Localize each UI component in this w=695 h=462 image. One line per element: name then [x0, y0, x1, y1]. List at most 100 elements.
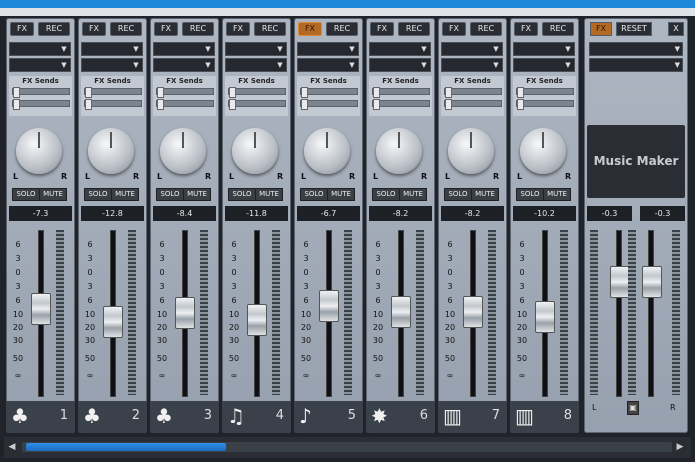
- send-slider-handle[interactable]: [157, 99, 164, 110]
- horizontal-scrollbar[interactable]: ◀ ▶: [4, 437, 691, 458]
- insert-dropdown-2[interactable]: ▼: [225, 58, 287, 72]
- rec-button[interactable]: REC: [470, 22, 502, 36]
- send-slider-handle[interactable]: [445, 87, 452, 98]
- insert-dropdown-1[interactable]: ▼: [153, 42, 215, 56]
- fx-send-slider-1[interactable]: [300, 87, 358, 98]
- master-fader-right[interactable]: [642, 265, 662, 298]
- fx-send-slider-2[interactable]: [444, 99, 502, 110]
- send-slider-handle[interactable]: [517, 87, 524, 98]
- lock-icon[interactable]: ▣: [627, 401, 639, 415]
- master-close-button[interactable]: X: [668, 22, 684, 36]
- mute-button[interactable]: MUTE: [543, 188, 571, 201]
- channel-footer[interactable]: ▥ 7: [438, 401, 507, 433]
- volume-fader[interactable]: [247, 303, 267, 336]
- volume-fader[interactable]: [535, 301, 555, 333]
- insert-dropdown-1[interactable]: ▼: [225, 42, 287, 56]
- fx-send-slider-2[interactable]: [228, 99, 286, 110]
- pan-knob[interactable]: [520, 128, 566, 174]
- pan-knob[interactable]: [232, 128, 278, 174]
- rec-button[interactable]: REC: [542, 22, 574, 36]
- fx-button[interactable]: FX: [82, 22, 106, 36]
- volume-fader[interactable]: [463, 295, 483, 328]
- solo-button[interactable]: SOLO: [156, 188, 184, 201]
- pan-knob[interactable]: [16, 128, 62, 174]
- insert-dropdown-2[interactable]: ▼: [513, 58, 575, 72]
- mute-button[interactable]: MUTE: [399, 188, 427, 201]
- rec-button[interactable]: REC: [326, 22, 358, 36]
- volume-fader[interactable]: [175, 296, 195, 329]
- fx-send-slider-1[interactable]: [444, 87, 502, 98]
- fx-send-slider-1[interactable]: [516, 87, 574, 98]
- solo-button[interactable]: SOLO: [516, 188, 544, 201]
- mute-button[interactable]: MUTE: [183, 188, 211, 201]
- fx-send-slider-1[interactable]: [12, 87, 70, 98]
- insert-dropdown-1[interactable]: ▼: [513, 42, 575, 56]
- fx-button[interactable]: FX: [370, 22, 394, 36]
- channel-footer[interactable]: ♣ 2: [78, 401, 147, 433]
- mute-button[interactable]: MUTE: [327, 188, 355, 201]
- pan-knob[interactable]: [304, 128, 350, 174]
- mute-button[interactable]: MUTE: [39, 188, 67, 201]
- fx-send-slider-1[interactable]: [372, 87, 430, 98]
- fx-send-slider-2[interactable]: [372, 99, 430, 110]
- solo-button[interactable]: SOLO: [372, 188, 400, 201]
- insert-dropdown-2[interactable]: ▼: [9, 58, 71, 72]
- fx-send-slider-2[interactable]: [84, 99, 142, 110]
- mute-button[interactable]: MUTE: [255, 188, 283, 201]
- channel-footer[interactable]: ♫ 4: [222, 401, 291, 433]
- master-dropdown-2[interactable]: ▼: [589, 58, 683, 72]
- channel-footer[interactable]: ♣ 1: [6, 401, 75, 433]
- channel-footer[interactable]: ♣ 3: [150, 401, 219, 433]
- insert-dropdown-1[interactable]: ▼: [9, 42, 71, 56]
- fx-button[interactable]: FX: [154, 22, 178, 36]
- rec-button[interactable]: REC: [110, 22, 142, 36]
- solo-button[interactable]: SOLO: [444, 188, 472, 201]
- scroll-right-icon[interactable]: ▶: [674, 441, 686, 453]
- send-slider-handle[interactable]: [85, 87, 92, 98]
- insert-dropdown-1[interactable]: ▼: [369, 42, 431, 56]
- fx-button[interactable]: FX: [442, 22, 466, 36]
- send-slider-handle[interactable]: [13, 87, 20, 98]
- send-slider-handle[interactable]: [373, 87, 380, 98]
- send-slider-handle[interactable]: [301, 99, 308, 110]
- pan-knob[interactable]: [376, 128, 422, 174]
- insert-dropdown-2[interactable]: ▼: [369, 58, 431, 72]
- master-dropdown-1[interactable]: ▼: [589, 42, 683, 56]
- fx-send-slider-2[interactable]: [300, 99, 358, 110]
- mute-button[interactable]: MUTE: [111, 188, 139, 201]
- insert-dropdown-2[interactable]: ▼: [441, 58, 503, 72]
- solo-button[interactable]: SOLO: [84, 188, 112, 201]
- fx-send-slider-1[interactable]: [228, 87, 286, 98]
- scroll-left-icon[interactable]: ◀: [6, 441, 18, 453]
- fx-button[interactable]: FX: [298, 22, 322, 36]
- fx-send-slider-1[interactable]: [156, 87, 214, 98]
- send-slider-handle[interactable]: [157, 87, 164, 98]
- pan-knob[interactable]: [448, 128, 494, 174]
- volume-fader[interactable]: [319, 290, 339, 323]
- channel-footer[interactable]: ✸ 6: [366, 401, 435, 433]
- fx-send-slider-2[interactable]: [156, 99, 214, 110]
- rec-button[interactable]: REC: [254, 22, 286, 36]
- send-slider-handle[interactable]: [85, 99, 92, 110]
- insert-dropdown-1[interactable]: ▼: [297, 42, 359, 56]
- rec-button[interactable]: REC: [38, 22, 70, 36]
- insert-dropdown-1[interactable]: ▼: [441, 42, 503, 56]
- pan-knob[interactable]: [88, 128, 134, 174]
- insert-dropdown-2[interactable]: ▼: [297, 58, 359, 72]
- insert-dropdown-2[interactable]: ▼: [153, 58, 215, 72]
- send-slider-handle[interactable]: [13, 99, 20, 110]
- rec-button[interactable]: REC: [182, 22, 214, 36]
- fx-send-slider-1[interactable]: [84, 87, 142, 98]
- send-slider-handle[interactable]: [373, 99, 380, 110]
- fx-button[interactable]: FX: [10, 22, 34, 36]
- pan-knob[interactable]: [160, 128, 206, 174]
- send-slider-handle[interactable]: [301, 87, 308, 98]
- send-slider-handle[interactable]: [445, 99, 452, 110]
- scroll-thumb[interactable]: [26, 443, 226, 451]
- rec-button[interactable]: REC: [398, 22, 430, 36]
- mute-button[interactable]: MUTE: [471, 188, 499, 201]
- master-reset-button[interactable]: RESET: [616, 22, 652, 36]
- insert-dropdown-1[interactable]: ▼: [81, 42, 143, 56]
- insert-dropdown-2[interactable]: ▼: [81, 58, 143, 72]
- send-slider-handle[interactable]: [229, 87, 236, 98]
